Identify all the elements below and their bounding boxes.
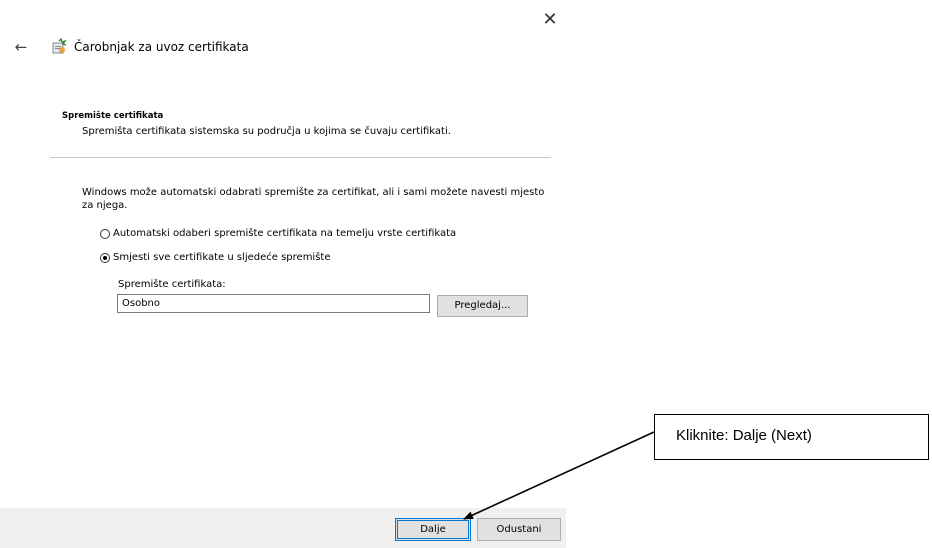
annotation-arrow-icon — [463, 431, 655, 520]
